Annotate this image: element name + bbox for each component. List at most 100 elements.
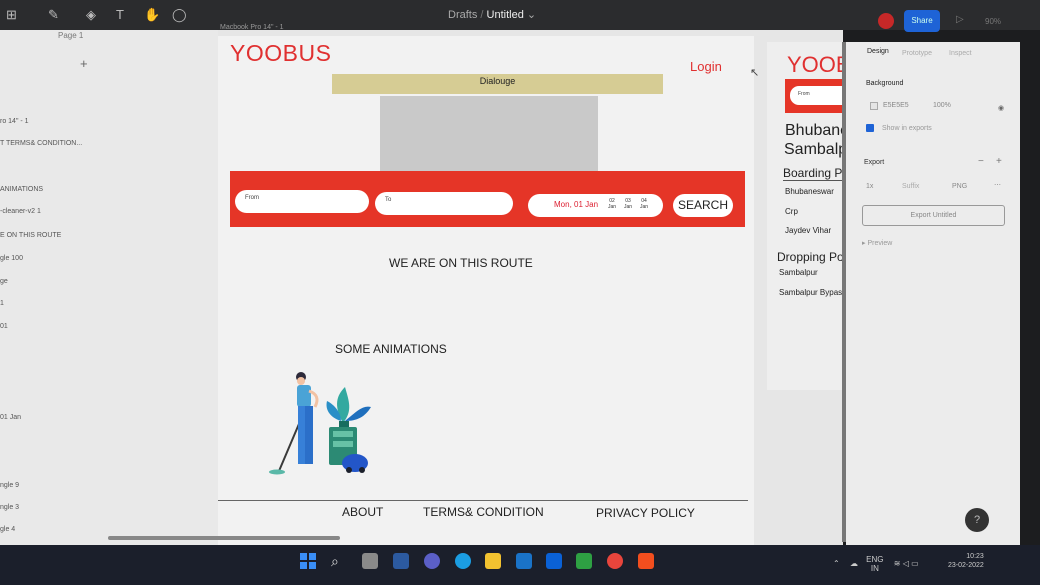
export-suffix[interactable]: Suffix <box>902 183 919 190</box>
tab-inspect[interactable]: Inspect <box>949 50 972 57</box>
clock[interactable]: 10:23 23-02-2022 <box>948 552 984 570</box>
widgets-icon[interactable] <box>393 553 409 569</box>
boarding-point: Bhubaneswar <box>785 187 834 196</box>
export-scale[interactable]: 1x <box>866 183 873 190</box>
route-heading: WE ARE ON THIS ROUTE <box>389 256 533 270</box>
zoom-level[interactable]: 90% <box>985 17 1001 26</box>
minus-icon[interactable]: − <box>978 156 984 167</box>
shape-tool-icon[interactable]: ◈ <box>86 7 96 23</box>
login-link[interactable]: Login <box>690 59 722 74</box>
layer-item[interactable]: 01 <box>0 323 8 330</box>
selected-date[interactable]: Mon, 01 Jan <box>554 200 598 209</box>
teams-chat-icon[interactable] <box>424 553 440 569</box>
footer-terms-link[interactable]: TERMS& CONDITION <box>423 505 544 519</box>
tab-design[interactable]: Design <box>867 48 889 55</box>
text-tool-icon[interactable]: T <box>116 7 124 22</box>
layer-item[interactable]: ngle 3 <box>0 504 19 511</box>
image-placeholder <box>380 96 598 173</box>
share-button[interactable]: Share <box>904 10 940 32</box>
help-button[interactable]: ? <box>965 508 989 532</box>
frame2-city-to: Sambalp <box>784 141 844 158</box>
export-button[interactable]: Export Untitled <box>862 205 1005 226</box>
file-explorer-icon[interactable] <box>485 553 501 569</box>
footer-privacy-link[interactable]: PRIVACY POLICY <box>596 506 695 520</box>
chevron-up-icon[interactable]: ⌃ <box>833 559 840 568</box>
bg-hex-input[interactable]: E5E5E5 <box>883 102 909 109</box>
battery-icon[interactable]: ▭ <box>911 559 919 568</box>
date-chip[interactable]: 03 Jan <box>622 198 634 210</box>
to-placeholder: To <box>385 197 392 203</box>
show-exports-label: Show in exports <box>882 125 932 132</box>
frame2-city-from: Bhubanes <box>785 122 845 139</box>
date-chip[interactable]: 02 Jan <box>606 198 618 210</box>
mail-icon[interactable] <box>516 553 532 569</box>
layer-item[interactable]: gle 4 <box>0 526 15 533</box>
file-breadcrumb[interactable]: Drafts / Untitled ⌄ <box>448 8 536 21</box>
dropbox-icon[interactable] <box>546 553 562 569</box>
show-exports-checkbox[interactable] <box>866 124 874 132</box>
preview-toggle[interactable]: ▸ Preview <box>862 239 892 247</box>
boarding-title: Boarding Po <box>783 166 845 181</box>
search-icon[interactable]: ⌕ <box>331 553 347 569</box>
animations-heading: SOME ANIMATIONS <box>335 342 447 356</box>
figma-app-icon[interactable] <box>638 553 654 569</box>
bg-opacity-input[interactable]: 100% <box>933 102 951 109</box>
page-name[interactable]: Page 1 <box>58 31 83 40</box>
main-menu-icon[interactable]: ⊞ <box>6 7 17 23</box>
design-panel: Design Prototype Inspect Background E5E5… <box>846 42 1020 545</box>
from-placeholder: From <box>245 195 259 201</box>
date-chip[interactable]: 04 Jan <box>638 198 650 210</box>
breadcrumb-separator: / <box>480 9 484 21</box>
chevron-down-icon[interactable]: ⌄ <box>527 9 536 21</box>
breadcrumb-file-name[interactable]: Untitled <box>487 9 524 21</box>
to-input[interactable]: To <box>375 192 513 215</box>
layers-panel: ro 14" - 1 T TERMS& CONDITION... ANIMATION… <box>0 30 218 545</box>
search-button[interactable]: SEARCH <box>673 194 733 217</box>
dropping-point: Sambalpur Bypass <box>779 288 845 297</box>
footer-divider <box>218 500 748 501</box>
edge-browser-icon[interactable] <box>455 553 471 569</box>
input-region[interactable]: IN <box>871 564 879 573</box>
layer-item[interactable]: ngle 9 <box>0 482 19 489</box>
frame-label[interactable]: Macbook Pro 14" - 1 <box>220 24 284 31</box>
chrome-icon[interactable] <box>607 553 623 569</box>
mouse-cursor-icon: ↖ <box>750 67 760 79</box>
pen-tool-icon[interactable]: ✎ <box>48 7 59 23</box>
layer-item[interactable]: gle 100 <box>0 255 23 262</box>
volume-icon[interactable]: ◁ <box>903 559 909 568</box>
layer-item[interactable]: ANIMATIONS <box>0 186 43 193</box>
layer-item[interactable]: T TERMS& CONDITION... <box>0 140 82 147</box>
breadcrumb-project[interactable]: Drafts <box>448 9 477 21</box>
layer-item[interactable]: 01 Jan <box>0 414 21 421</box>
from-input[interactable]: From <box>235 190 369 213</box>
avatar[interactable] <box>878 13 894 29</box>
system-tray[interactable]: ⌃ ☁ ENG IN ≋ ◁ ▭ <box>833 555 919 573</box>
layer-item[interactable]: ge <box>0 278 8 285</box>
input-language[interactable]: ENG <box>866 555 883 564</box>
windows-start-icon[interactable] <box>300 553 316 569</box>
background-label: Background <box>866 80 904 87</box>
more-icon[interactable]: ⋯ <box>994 181 1001 189</box>
present-play-icon[interactable]: ▷ <box>956 14 964 25</box>
wifi-icon[interactable]: ≋ <box>894 559 901 568</box>
weather-icon[interactable]: ☁ <box>850 559 858 568</box>
clock-date: 23-02-2022 <box>948 562 984 569</box>
date-picker[interactable]: Mon, 01 Jan 02 Jan 03 Jan 04 Jan <box>528 194 663 217</box>
layer-item[interactable]: ro 14" - 1 <box>0 118 29 125</box>
tab-prototype[interactable]: Prototype <box>902 50 932 57</box>
eye-icon[interactable]: ◉ <box>998 104 1004 112</box>
add-page-icon[interactable]: + <box>80 56 88 71</box>
comment-tool-icon[interactable]: ◯ <box>172 7 187 23</box>
export-format[interactable]: PNG <box>952 183 967 190</box>
footer-about-link[interactable]: ABOUT <box>342 505 383 519</box>
layer-item[interactable]: E ON THIS ROUTE <box>0 232 61 239</box>
boarding-point: Crp <box>785 207 798 216</box>
horizontal-scrollbar[interactable] <box>108 536 340 540</box>
task-view-icon[interactable] <box>362 553 378 569</box>
plus-icon[interactable]: + <box>996 156 1002 167</box>
bg-color-swatch[interactable] <box>870 102 878 110</box>
spreadsheet-app-icon[interactable] <box>576 553 592 569</box>
hand-tool-icon[interactable]: ✋ <box>144 7 160 23</box>
layer-item[interactable]: -cleaner-v2 1 <box>0 208 41 215</box>
layer-item[interactable]: 1 <box>0 300 4 307</box>
